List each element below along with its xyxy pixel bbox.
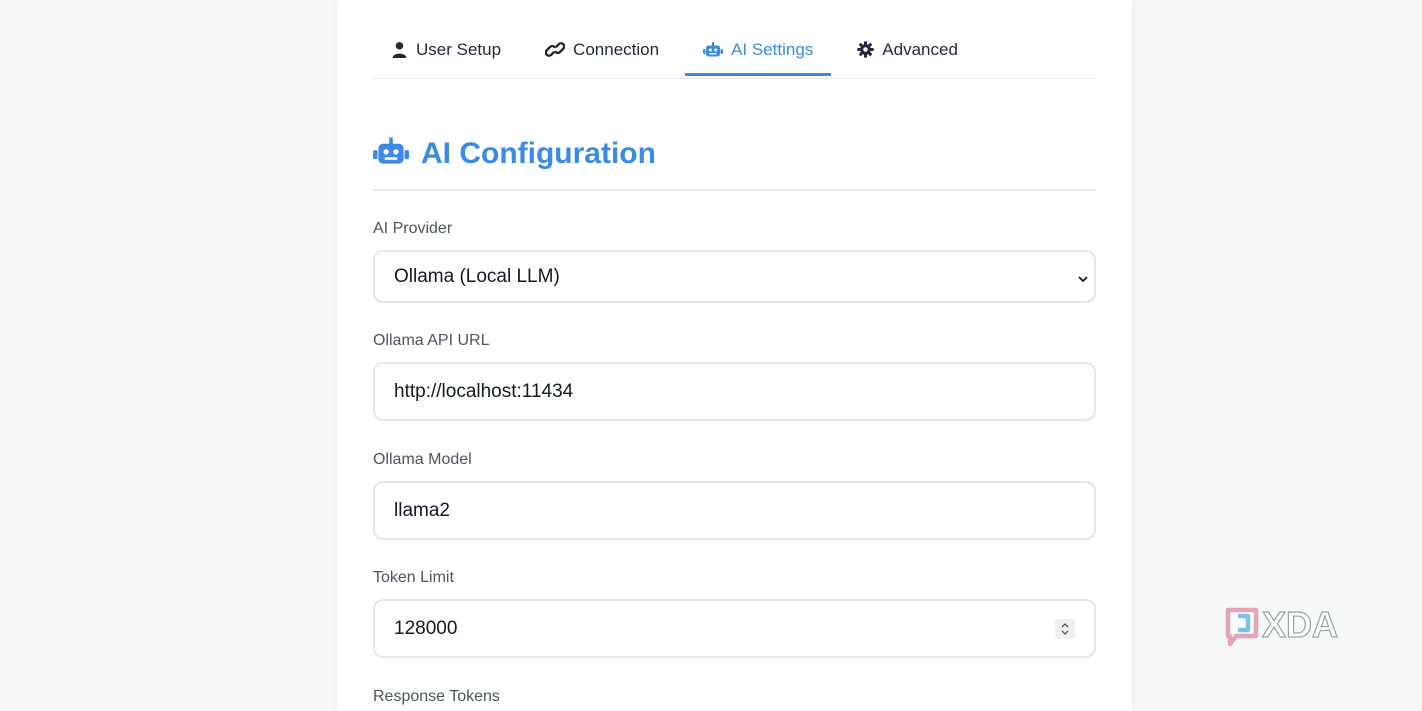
- settings-tabs: User Setup Connection AI Settings Advanc…: [373, 26, 1096, 79]
- tab-label: AI Settings: [731, 39, 814, 59]
- api-url-input[interactable]: http://localhost:11434: [373, 362, 1096, 421]
- token-limit-value: 128000: [394, 617, 458, 639]
- section-header: AI Configuration: [373, 130, 1096, 191]
- tab-label: User Setup: [416, 39, 502, 59]
- section-title: AI Configuration: [421, 137, 656, 170]
- chevron-down-icon: [1076, 270, 1090, 284]
- token-limit-input[interactable]: 128000: [373, 599, 1096, 658]
- model-value: llama2: [394, 499, 450, 521]
- token-limit-label: Token Limit: [373, 569, 454, 586]
- gear-icon: [857, 41, 874, 58]
- xda-watermark: XDA: [1222, 603, 1362, 648]
- stepper-arrows-icon: [1061, 622, 1069, 635]
- robot-icon: [373, 136, 409, 172]
- model-input[interactable]: llama2: [373, 481, 1096, 540]
- tab-label: Advanced: [882, 39, 958, 59]
- tab-label: Connection: [573, 39, 660, 59]
- tab-ai-settings[interactable]: AI Settings: [685, 26, 832, 76]
- xda-logo-icon: XDA: [1225, 603, 1339, 647]
- tab-connection[interactable]: Connection: [527, 26, 677, 76]
- response-tokens-label: Response Tokens: [373, 688, 500, 705]
- api-url-value: http://localhost:11434: [394, 380, 574, 402]
- watermark-text: XDA: [1262, 604, 1338, 645]
- link-icon: [545, 41, 566, 58]
- provider-label: AI Provider: [373, 220, 453, 237]
- tab-user-setup[interactable]: User Setup: [373, 26, 519, 76]
- settings-card: User Setup Connection AI Settings Advanc…: [337, 0, 1132, 711]
- robot-icon: [703, 41, 724, 58]
- api-url-label: Ollama API URL: [373, 332, 490, 349]
- tab-advanced[interactable]: Advanced: [839, 26, 976, 76]
- user-icon: [391, 41, 408, 58]
- provider-value: Ollama (Local LLM): [394, 265, 560, 287]
- number-stepper[interactable]: [1055, 618, 1075, 639]
- provider-select[interactable]: Ollama (Local LLM): [373, 250, 1096, 303]
- model-label: Ollama Model: [373, 451, 472, 468]
